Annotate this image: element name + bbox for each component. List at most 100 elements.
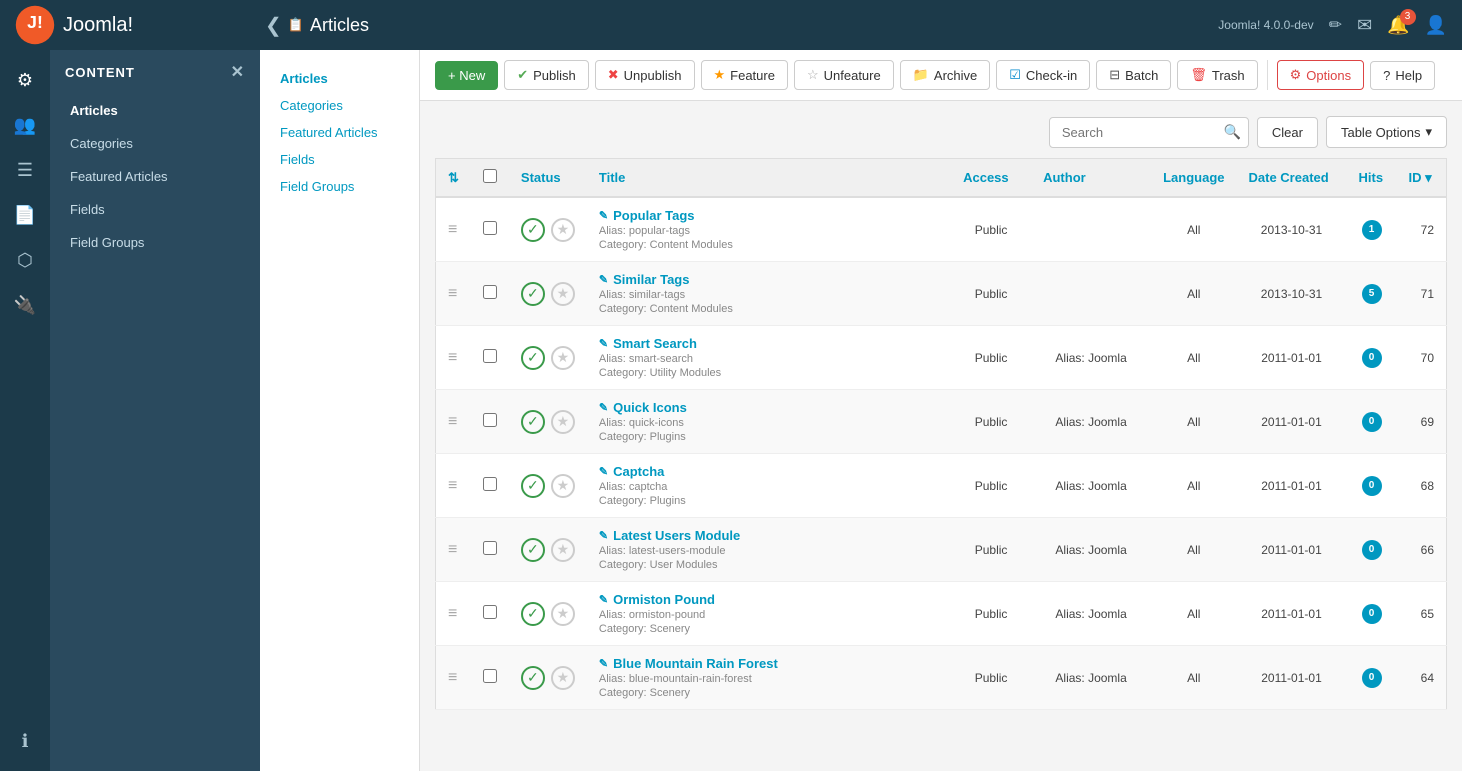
article-title-link[interactable]: ✎ Popular Tags — [599, 208, 939, 223]
feature-button[interactable]: ★ Feature — [701, 60, 788, 90]
status-featured-icon[interactable]: ★ — [551, 474, 575, 498]
drag-handle-icon[interactable]: ≡ — [448, 285, 457, 302]
status-featured-icon[interactable]: ★ — [551, 538, 575, 562]
status-featured-icon[interactable]: ★ — [551, 410, 575, 434]
new-button[interactable]: + New — [435, 61, 498, 90]
archive-button[interactable]: 📁 Archive — [900, 60, 991, 90]
mail-icon[interactable]: ✉ — [1357, 15, 1372, 36]
status-published-icon[interactable]: ✓ — [521, 474, 545, 498]
search-input[interactable] — [1049, 117, 1249, 148]
notification-icon[interactable]: 🔔 3 — [1387, 15, 1409, 36]
drag-handle-icon[interactable]: ≡ — [448, 349, 457, 366]
drag-handle-icon[interactable]: ≡ — [448, 477, 457, 494]
row-checkbox-cell[interactable] — [471, 390, 509, 454]
th-id[interactable]: ID ▾ — [1397, 159, 1447, 198]
back-button[interactable]: ❮ — [265, 13, 282, 38]
help-button[interactable]: ? Help — [1370, 61, 1435, 90]
drag-handle-icon[interactable]: ≡ — [448, 221, 457, 238]
row-checkbox[interactable] — [483, 285, 497, 299]
row-checkbox-cell[interactable] — [471, 582, 509, 646]
row-hits-cell: 5 — [1347, 262, 1397, 326]
sidebar-icon-content[interactable]: 📄 — [5, 195, 45, 235]
row-checkbox[interactable] — [483, 541, 497, 555]
sidebar-icon-menu[interactable]: ☰ — [5, 150, 45, 190]
article-title-link[interactable]: ✎ Smart Search — [599, 336, 939, 351]
row-checkbox-cell[interactable] — [471, 454, 509, 518]
row-checkbox-cell[interactable] — [471, 646, 509, 710]
user-icon[interactable]: 👤 — [1425, 15, 1447, 36]
status-featured-icon[interactable]: ★ — [551, 218, 575, 242]
status-published-icon[interactable]: ✓ — [521, 218, 545, 242]
row-checkbox-cell[interactable] — [471, 262, 509, 326]
select-all-checkbox[interactable] — [483, 169, 497, 183]
row-checkbox[interactable] — [483, 349, 497, 363]
article-title-link[interactable]: ✎ Latest Users Module — [599, 528, 939, 543]
row-title-cell: ✎ Latest Users Module Alias: latest-user… — [587, 518, 951, 582]
publish-button[interactable]: ✔ Publish — [504, 60, 589, 90]
submenu-item-categories[interactable]: Categories — [260, 92, 419, 119]
status-published-icon[interactable]: ✓ — [521, 538, 545, 562]
row-checkbox[interactable] — [483, 413, 497, 427]
options-button[interactable]: ⚙ Options — [1277, 60, 1364, 90]
sidebar-icon-extensions[interactable]: 🔌 — [5, 285, 45, 325]
status-featured-icon[interactable]: ★ — [551, 282, 575, 306]
sidebar-icon-components[interactable]: ⬡ — [5, 240, 45, 280]
clear-button[interactable]: Clear — [1257, 117, 1318, 148]
th-title[interactable]: Title — [587, 159, 951, 198]
table-row: ≡ ✓ ★ ✎ Latest Users Module Alias: lates… — [436, 518, 1447, 582]
row-checkbox[interactable] — [483, 221, 497, 235]
unpublish-button[interactable]: ✖ Unpublish — [595, 60, 695, 90]
th-hits[interactable]: Hits — [1347, 159, 1397, 198]
article-title-link[interactable]: ✎ Similar Tags — [599, 272, 939, 287]
drag-handle-icon[interactable]: ≡ — [448, 541, 457, 558]
sidebar-item-articles[interactable]: Articles — [50, 94, 260, 127]
submenu-item-fields[interactable]: Fields — [260, 146, 419, 173]
checkin-button[interactable]: ☑ Check-in — [996, 60, 1090, 90]
article-title-link[interactable]: ✎ Captcha — [599, 464, 939, 479]
row-checkbox-cell[interactable] — [471, 197, 509, 262]
sidebar-icon-gear[interactable]: ⚙ — [5, 60, 45, 100]
row-checkbox-cell[interactable] — [471, 518, 509, 582]
edit-icon[interactable]: ✏ — [1329, 15, 1342, 35]
status-published-icon[interactable]: ✓ — [521, 602, 545, 626]
submenu-item-articles[interactable]: Articles — [260, 65, 419, 92]
sidebar-icon-info[interactable]: ℹ — [5, 721, 45, 761]
th-check[interactable] — [471, 159, 509, 198]
sidebar-icon-users[interactable]: 👥 — [5, 105, 45, 145]
trash-button[interactable]: 🗑 Trash — [1177, 60, 1257, 90]
drag-handle-icon[interactable]: ≡ — [448, 669, 457, 686]
sidebar-item-categories[interactable]: Categories — [50, 127, 260, 160]
row-checkbox[interactable] — [483, 669, 497, 683]
sidebar-item-fields[interactable]: Fields — [50, 193, 260, 226]
row-checkbox-cell[interactable] — [471, 326, 509, 390]
unfeature-button[interactable]: ☆ Unfeature — [794, 60, 894, 90]
sidebar-item-field-groups[interactable]: Field Groups — [50, 226, 260, 259]
submenu-item-featured-articles[interactable]: Featured Articles — [260, 119, 419, 146]
th-language[interactable]: Language — [1151, 159, 1236, 198]
batch-button[interactable]: ⊟ Batch — [1096, 60, 1171, 90]
article-title-link[interactable]: ✎ Quick Icons — [599, 400, 939, 415]
th-date-created[interactable]: Date Created — [1237, 159, 1347, 198]
status-featured-icon[interactable]: ★ — [551, 666, 575, 690]
search-button[interactable]: 🔍 — [1223, 124, 1240, 141]
th-status[interactable]: Status — [509, 159, 587, 198]
row-checkbox[interactable] — [483, 477, 497, 491]
status-featured-icon[interactable]: ★ — [551, 602, 575, 626]
row-checkbox[interactable] — [483, 605, 497, 619]
status-featured-icon[interactable]: ★ — [551, 346, 575, 370]
status-published-icon[interactable]: ✓ — [521, 282, 545, 306]
article-title-link[interactable]: ✎ Ormiston Pound — [599, 592, 939, 607]
article-title-link[interactable]: ✎ Blue Mountain Rain Forest — [599, 656, 939, 671]
row-id-cell: 72 — [1397, 197, 1447, 262]
drag-handle-icon[interactable]: ≡ — [448, 413, 457, 430]
status-published-icon[interactable]: ✓ — [521, 410, 545, 434]
sidebar-item-featured-articles[interactable]: Featured Articles — [50, 160, 260, 193]
status-published-icon[interactable]: ✓ — [521, 346, 545, 370]
sidebar-close-button[interactable]: ✕ — [231, 62, 245, 82]
submenu-item-field-groups[interactable]: Field Groups — [260, 173, 419, 200]
table-options-button[interactable]: Table Options ▾ — [1326, 116, 1447, 148]
status-published-icon[interactable]: ✓ — [521, 666, 545, 690]
th-access[interactable]: Access — [951, 159, 1031, 198]
th-author[interactable]: Author — [1031, 159, 1151, 198]
drag-handle-icon[interactable]: ≡ — [448, 605, 457, 622]
